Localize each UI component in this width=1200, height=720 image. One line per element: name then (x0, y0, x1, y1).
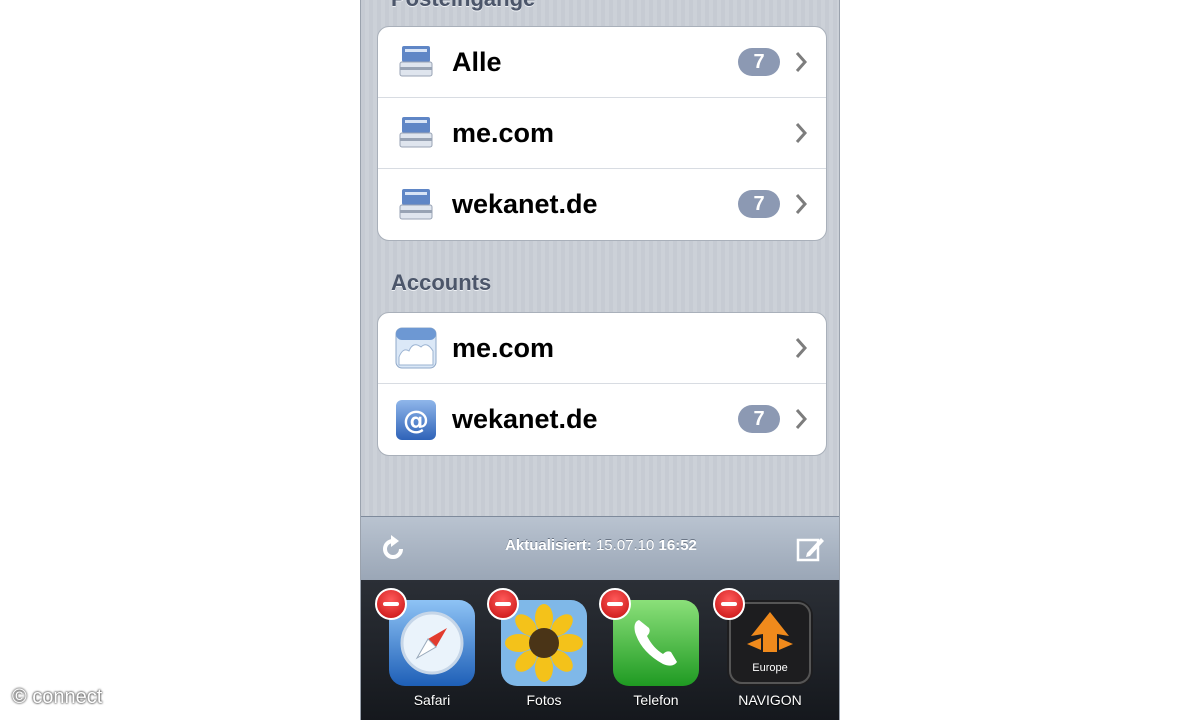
account-row-me-com[interactable]: me.com (378, 313, 826, 384)
at-sign-icon: @ (394, 398, 438, 442)
mail-app-screen: Posteingänge Alle 7 me.com wekanet.de 7 (360, 0, 840, 720)
unread-count-badge: 7 (738, 48, 780, 76)
status-date: 15.07.10 (595, 537, 655, 554)
dock-app-navigon[interactable]: Europe NAVIGON (713, 588, 815, 710)
chevron-right-icon (795, 338, 808, 358)
inbox-tray-icon (394, 183, 438, 227)
mail-toolbar: Aktualisiert: 15.07.10 16:52 (361, 516, 839, 581)
inbox-row-all[interactable]: Alle 7 (378, 27, 826, 98)
navigon-europe-label: Europe (752, 662, 788, 674)
remove-app-icon[interactable] (487, 588, 519, 620)
inbox-row-me-com[interactable]: me.com (378, 98, 826, 169)
svg-text:@: @ (403, 406, 429, 436)
multitasking-dock: Safari Fotos Telefon Europe NAVIGON (361, 580, 839, 720)
remove-app-icon[interactable] (375, 588, 407, 620)
dock-app-fotos[interactable]: Fotos (487, 588, 589, 710)
inbox-label: wekanet.de (452, 189, 598, 219)
app-label: Fotos (526, 692, 562, 708)
accounts-section-title: Accounts (391, 270, 492, 295)
compose-icon[interactable] (795, 533, 827, 565)
unread-count-badge: 7 (738, 190, 780, 218)
chevron-right-icon (795, 409, 808, 429)
inboxes-section-title: Posteingänge (391, 0, 535, 12)
app-label: Telefon (633, 692, 679, 708)
remove-app-icon[interactable] (599, 588, 631, 620)
inbox-label: Alle (452, 46, 502, 77)
app-label: Safari (413, 692, 451, 708)
inboxes-group: Alle 7 me.com wekanet.de 7 (377, 26, 827, 241)
chevron-right-icon (795, 52, 808, 72)
inbox-tray-icon (394, 40, 438, 84)
inbox-tray-icon (394, 111, 438, 155)
chevron-right-icon (795, 123, 808, 143)
account-label: wekanet.de (452, 404, 598, 434)
app-label: NAVIGON (738, 692, 802, 708)
last-updated-status: Aktualisiert: 15.07.10 16:52 (361, 537, 839, 554)
inbox-label: me.com (452, 117, 555, 148)
status-time: 16:52 (658, 537, 697, 554)
dock-app-safari[interactable]: Safari (375, 588, 477, 710)
chevron-right-icon (795, 194, 808, 214)
unread-count-badge: 7 (738, 405, 780, 433)
account-row-wekanet[interactable]: @ wekanet.de 7 (378, 384, 826, 455)
accounts-group: me.com @ wekanet.de 7 (377, 312, 827, 456)
mobileme-cloud-icon (394, 326, 438, 370)
remove-app-icon[interactable] (713, 588, 745, 620)
copyright-watermark: © connect (12, 686, 103, 708)
status-prefix: Aktualisiert: (505, 537, 592, 554)
account-label: me.com (452, 332, 555, 363)
inbox-row-wekanet[interactable]: wekanet.de 7 (378, 169, 826, 240)
dock-app-telefon[interactable]: Telefon (599, 588, 701, 710)
